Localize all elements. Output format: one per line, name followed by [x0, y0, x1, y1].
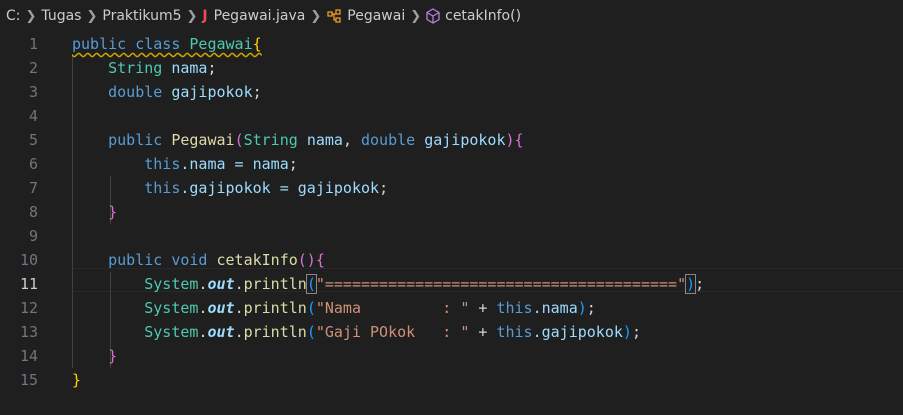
line-number: 12 — [19, 299, 38, 317]
code-line-active: System.out.println("====================… — [144, 274, 705, 294]
method-icon — [426, 8, 440, 24]
line-number: 13 — [19, 323, 38, 341]
line-number: 5 — [28, 131, 38, 149]
line-number: 9 — [28, 227, 38, 245]
breadcrumb-class[interactable]: Pegawai — [326, 8, 405, 24]
line-number: 1 — [28, 35, 38, 53]
breadcrumb-file-label: Pegawai.java — [213, 8, 306, 24]
code-line: } — [108, 347, 118, 365]
code-line: } — [108, 203, 118, 221]
line-number: 2 — [28, 59, 38, 77]
code-content[interactable]: public class Pegawai{ String nama; doubl… — [70, 32, 903, 415]
chevron-right-icon: ❯ — [186, 8, 198, 24]
line-number: 4 — [28, 107, 38, 125]
breadcrumb-folder-tugas[interactable]: Tugas — [41, 8, 81, 24]
code-line: public Pegawai(String nama, double gajip… — [108, 131, 524, 149]
code-line: public void cetakInfo(){ — [108, 251, 325, 269]
code-line: } — [72, 371, 82, 389]
breadcrumb-class-label: Pegawai — [347, 8, 406, 24]
breadcrumb: C: ❯ Tugas ❯ Praktikum5 ❯ J Pegawai.java… — [0, 0, 903, 32]
line-number-gutter: 1 2 3 4 5 6 7 8 9 10 11 12 13 14 15 — [0, 32, 70, 415]
code-line: double gajipokok; — [108, 83, 262, 101]
code-line: System.out.println("Nama : " + this.nama… — [144, 299, 596, 317]
line-number: 8 — [28, 203, 38, 221]
line-number-active: 11 — [19, 275, 38, 293]
code-line: this.nama = nama; — [144, 155, 298, 173]
breadcrumb-method[interactable]: cetakInfo() — [426, 8, 521, 24]
chevron-right-icon: ❯ — [25, 8, 37, 24]
line-number: 3 — [28, 83, 38, 101]
code-editor[interactable]: 1 2 3 4 5 6 7 8 9 10 11 12 13 14 15 publ… — [0, 32, 903, 415]
chevron-right-icon: ❯ — [310, 8, 322, 24]
breadcrumb-file[interactable]: J Pegawai.java — [202, 8, 305, 24]
java-file-icon: J — [202, 8, 208, 24]
chevron-right-icon: ❯ — [86, 8, 98, 24]
code-line: String nama; — [108, 59, 217, 77]
line-number: 6 — [28, 155, 38, 173]
code-line: public class Pegawai{ — [72, 35, 262, 53]
code-line: this.gajipokok = gajipokok; — [144, 179, 389, 197]
line-number: 14 — [19, 347, 38, 365]
line-number: 10 — [19, 251, 38, 269]
class-icon — [327, 9, 341, 23]
breadcrumb-folder-praktikum5[interactable]: Praktikum5 — [102, 8, 181, 24]
breadcrumb-method-label: cetakInfo() — [445, 8, 522, 24]
code-line: System.out.println("Gaji POkok : " + thi… — [144, 323, 641, 341]
line-number: 15 — [19, 371, 38, 389]
chevron-right-icon: ❯ — [410, 8, 422, 24]
line-number: 7 — [28, 179, 38, 197]
breadcrumb-drive[interactable]: C: — [6, 8, 21, 24]
